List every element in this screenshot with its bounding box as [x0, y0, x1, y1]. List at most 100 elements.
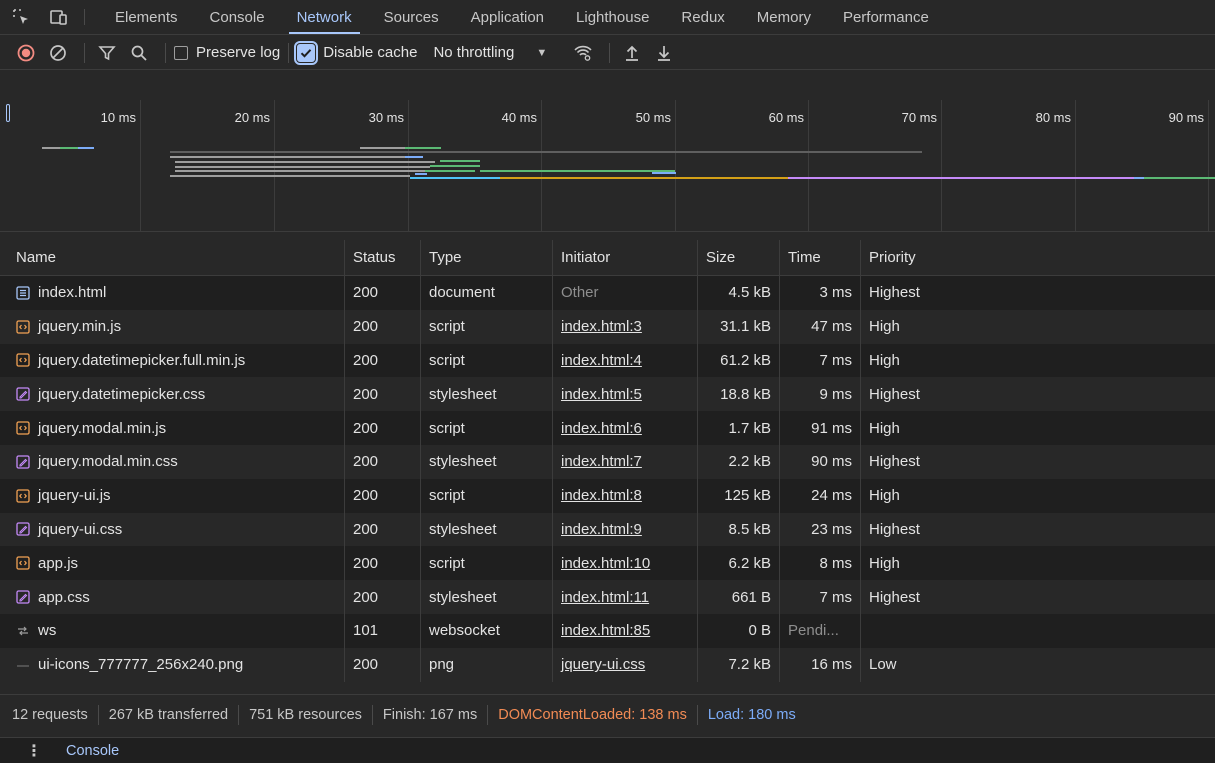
column-header-initiator[interactable]: Initiator: [553, 240, 698, 275]
table-row[interactable]: app.js 200 script index.html:10 6.2 kB 8 ms Hi…: [0, 546, 1215, 581]
inspect-element-icon[interactable]: [6, 0, 36, 34]
table-row[interactable]: jquery-ui.css 200 stylesheet index.html:9 8.…: [0, 512, 1215, 547]
tab-network[interactable]: Network: [281, 0, 368, 34]
request-name-cell[interactable]: jquery.modal.min.js: [0, 411, 345, 445]
preserve-log-checkbox[interactable]: Preserve log: [174, 44, 280, 61]
request-name-cell[interactable]: jquery-ui.css: [0, 512, 345, 547]
request-name-cell[interactable]: jquery-ui.js: [0, 478, 345, 513]
checkmark-icon[interactable]: [294, 40, 319, 65]
request-size: 2.2 kB: [698, 444, 780, 479]
table-row[interactable]: ws 101 websocket index.html:85 0 B Pendi...: [0, 613, 1215, 648]
initiator-link[interactable]: index.html:3: [561, 318, 642, 335]
overview-selection-handle[interactable]: [6, 104, 10, 122]
initiator-link[interactable]: index.html:7: [561, 453, 642, 470]
overview-bar: [175, 161, 435, 163]
tab-elements[interactable]: Elements: [99, 0, 194, 34]
request-name-cell[interactable]: jquery.min.js: [0, 309, 345, 344]
initiator-link[interactable]: index.html:9: [561, 521, 642, 538]
overview-bar: [430, 165, 480, 167]
clear-icon[interactable]: [44, 39, 72, 67]
column-header-time[interactable]: Time: [780, 240, 861, 275]
initiator-link[interactable]: index.html:10: [561, 555, 650, 572]
overview-tick-label: 70 ms: [901, 110, 937, 125]
request-name-cell[interactable]: ws: [0, 613, 345, 648]
tab-lighthouse[interactable]: Lighthouse: [560, 0, 665, 34]
request-size: 31.1 kB: [698, 309, 780, 344]
overview-tick-label: 90 ms: [1168, 110, 1204, 125]
filter-icon[interactable]: [93, 39, 121, 67]
request-name: ws: [38, 622, 57, 640]
overview-bar: [42, 147, 60, 149]
request-name-cell[interactable]: jquery.datetimepicker.full.min.js: [0, 343, 345, 378]
overview-bar: [788, 177, 1134, 179]
overview-bar: [410, 177, 500, 179]
request-priority: Highest: [869, 284, 920, 302]
request-name-cell[interactable]: jquery.modal.min.css: [0, 444, 345, 479]
column-header-name[interactable]: Name: [0, 240, 345, 275]
disable-cache-checkbox[interactable]: Disable cache: [294, 40, 417, 65]
request-priority: Highest: [869, 385, 920, 403]
overview-bar: [425, 170, 475, 172]
initiator-link[interactable]: index.html:85: [561, 622, 650, 639]
table-row[interactable]: jquery.datetimepicker.css 200 stylesheet in…: [0, 377, 1215, 412]
table-row[interactable]: jquery.min.js 200 script index.html:3 31.1 k…: [0, 309, 1215, 344]
network-conditions-icon[interactable]: [569, 39, 597, 67]
initiator-link[interactable]: index.html:5: [561, 386, 642, 403]
request-name-cell[interactable]: app.css: [0, 580, 345, 614]
tab-application[interactable]: Application: [455, 0, 560, 34]
toolbar-separator: [288, 42, 290, 63]
tab-console[interactable]: Console: [194, 0, 281, 34]
request-name: app.css: [38, 588, 90, 606]
network-overview[interactable]: 10 ms 20 ms 30 ms 40 ms 50 ms 60 ms 70 ms 80 ms…: [0, 100, 1215, 232]
table-row[interactable]: ui-icons_777777_256x240.png 200 png jquery-…: [0, 647, 1215, 682]
request-type: script: [421, 478, 553, 513]
request-name-cell[interactable]: index.html: [0, 276, 345, 310]
table-row[interactable]: jquery.modal.min.js 200 script index.html:6…: [0, 411, 1215, 445]
export-har-icon[interactable]: [650, 39, 678, 67]
import-har-icon[interactable]: [618, 39, 646, 67]
preserve-log-box[interactable]: [174, 45, 188, 60]
request-name-cell[interactable]: ui-icons_777777_256x240.png: [0, 647, 345, 682]
request-name: ui-icons_777777_256x240.png: [38, 656, 244, 674]
column-header-type[interactable]: Type: [421, 240, 553, 275]
table-row[interactable]: jquery-ui.js 200 script index.html:8 125 kB 2…: [0, 478, 1215, 513]
initiator-link[interactable]: jquery-ui.css: [561, 656, 645, 673]
table-row[interactable]: app.css 200 stylesheet index.html:11 661 B7 …: [0, 580, 1215, 614]
summary-separator: [97, 705, 99, 725]
table-row[interactable]: jquery.datetimepicker.full.min.js 200 scri…: [0, 343, 1215, 378]
request-name-cell[interactable]: jquery.datetimepicker.css: [0, 377, 345, 412]
resources-size: 751 kB resources: [249, 707, 362, 723]
initiator-link[interactable]: index.html:11: [561, 589, 649, 606]
drawer-tab-console[interactable]: Console: [66, 743, 119, 759]
initiator-link[interactable]: index.html:8: [561, 487, 642, 504]
tab-performance[interactable]: Performance: [827, 0, 945, 34]
table-row[interactable]: jquery.modal.min.css 200 stylesheet index.h…: [0, 444, 1215, 479]
request-time: 7 ms: [780, 343, 861, 378]
request-size: 4.5 kB: [698, 276, 780, 310]
column-header-status[interactable]: Status: [345, 240, 421, 275]
more-options-icon[interactable]: ⋮: [26, 741, 42, 761]
initiator-link[interactable]: index.html:4: [561, 352, 642, 369]
tab-memory[interactable]: Memory: [741, 0, 827, 34]
stylesheet-icon: [16, 455, 30, 469]
initiator-link[interactable]: index.html:6: [561, 420, 642, 437]
stop-recording-icon[interactable]: [12, 39, 40, 67]
request-status: 200: [345, 343, 421, 378]
column-header-size[interactable]: Size: [698, 240, 780, 275]
tab-redux[interactable]: Redux: [665, 0, 740, 34]
column-header-priority[interactable]: Priority: [861, 240, 1215, 275]
search-icon[interactable]: [125, 39, 153, 67]
request-type: png: [421, 647, 553, 682]
overview-gridline: [140, 100, 141, 231]
overview-bar: [175, 170, 425, 172]
tab-sources[interactable]: Sources: [368, 0, 455, 34]
request-name: jquery.modal.min.js: [38, 419, 167, 437]
request-name-cell[interactable]: app.js: [0, 546, 345, 581]
device-toolbar-icon[interactable]: [44, 0, 74, 34]
overview-gridline: [541, 100, 542, 231]
request-name: index.html: [38, 284, 107, 302]
request-time: 8 ms: [780, 546, 861, 581]
table-row[interactable]: index.html 200 document Other 4.5 kB 3 ms High…: [0, 276, 1215, 310]
network-summary-bar: 12 requests 267 kB transferred 751 kB re…: [0, 694, 1215, 735]
throttling-select[interactable]: No throttling ▼: [433, 44, 547, 61]
